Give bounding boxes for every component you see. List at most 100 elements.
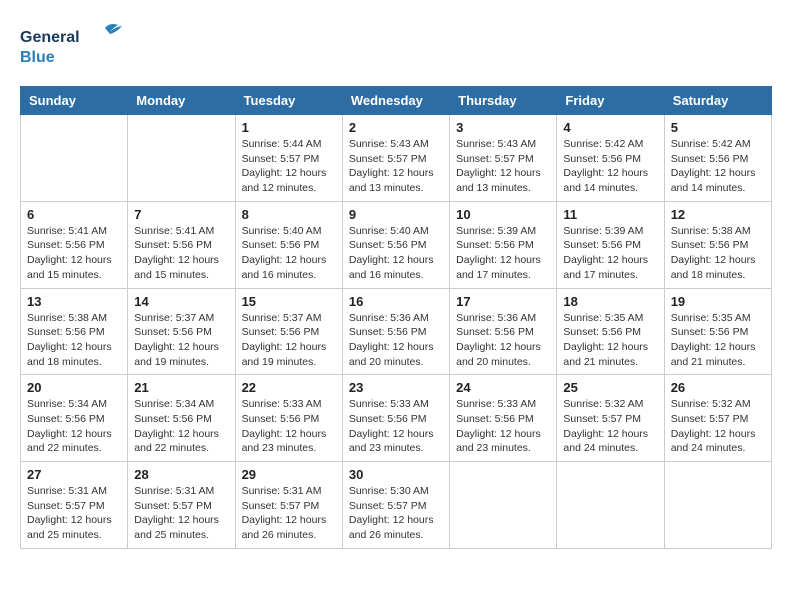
day-number: 12 <box>671 207 765 222</box>
day-detail: Sunrise: 5:41 AMSunset: 5:56 PMDaylight:… <box>134 224 228 283</box>
calendar-cell: 20 Sunrise: 5:34 AMSunset: 5:56 PMDayligh… <box>21 375 128 462</box>
calendar-cell: 5 Sunrise: 5:42 AMSunset: 5:56 PMDaylight… <box>664 115 771 202</box>
day-number: 22 <box>242 380 336 395</box>
day-number: 4 <box>563 120 657 135</box>
day-number: 11 <box>563 207 657 222</box>
weekday-header: Sunday <box>21 87 128 115</box>
calendar-week-row: 20 Sunrise: 5:34 AMSunset: 5:56 PMDayligh… <box>21 375 772 462</box>
calendar-cell: 28 Sunrise: 5:31 AMSunset: 5:57 PMDayligh… <box>128 462 235 549</box>
calendar-cell <box>450 462 557 549</box>
day-detail: Sunrise: 5:33 AMSunset: 5:56 PMDaylight:… <box>242 397 336 456</box>
calendar-week-row: 1Sunrise: 5:44 AMSunset: 5:57 PMDaylight… <box>21 115 772 202</box>
day-number: 28 <box>134 467 228 482</box>
day-detail: Sunrise: 5:32 AMSunset: 5:57 PMDaylight:… <box>563 397 657 456</box>
day-number: 18 <box>563 294 657 309</box>
day-detail: Sunrise: 5:39 AMSunset: 5:56 PMDaylight:… <box>456 224 550 283</box>
day-number: 5 <box>671 120 765 135</box>
day-detail: Sunrise: 5:37 AMSunset: 5:56 PMDaylight:… <box>242 311 336 370</box>
day-detail: Sunrise: 5:33 AMSunset: 5:56 PMDaylight:… <box>349 397 443 456</box>
calendar-cell: 13 Sunrise: 5:38 AMSunset: 5:56 PMDayligh… <box>21 288 128 375</box>
day-detail: Sunrise: 5:38 AMSunset: 5:56 PMDaylight:… <box>27 311 121 370</box>
calendar-cell: 9 Sunrise: 5:40 AMSunset: 5:56 PMDaylight… <box>342 201 449 288</box>
calendar-cell <box>664 462 771 549</box>
day-detail: Sunrise: 5:32 AMSunset: 5:57 PMDaylight:… <box>671 397 765 456</box>
calendar-cell <box>21 115 128 202</box>
day-number: 27 <box>27 467 121 482</box>
calendar-cell: 25 Sunrise: 5:32 AMSunset: 5:57 PMDayligh… <box>557 375 664 462</box>
calendar-week-row: 13 Sunrise: 5:38 AMSunset: 5:56 PMDayligh… <box>21 288 772 375</box>
day-number: 10 <box>456 207 550 222</box>
day-detail: Sunrise: 5:40 AMSunset: 5:56 PMDaylight:… <box>349 224 443 283</box>
calendar-cell: 8 Sunrise: 5:40 AMSunset: 5:56 PMDaylight… <box>235 201 342 288</box>
day-detail: Sunrise: 5:42 AMSunset: 5:56 PMDaylight:… <box>671 137 765 196</box>
day-number: 30 <box>349 467 443 482</box>
calendar-cell: 12 Sunrise: 5:38 AMSunset: 5:56 PMDayligh… <box>664 201 771 288</box>
day-detail: Sunrise: 5:39 AMSunset: 5:56 PMDaylight:… <box>563 224 657 283</box>
logo: General Blue <box>20 20 130 70</box>
calendar-cell: 6 Sunrise: 5:41 AMSunset: 5:56 PMDaylight… <box>21 201 128 288</box>
calendar-cell: 4 Sunrise: 5:42 AMSunset: 5:56 PMDaylight… <box>557 115 664 202</box>
calendar-cell: 22 Sunrise: 5:33 AMSunset: 5:56 PMDayligh… <box>235 375 342 462</box>
day-number: 15 <box>242 294 336 309</box>
day-number: 13 <box>27 294 121 309</box>
day-detail: Sunrise: 5:44 AMSunset: 5:57 PMDaylight:… <box>242 137 336 196</box>
calendar-cell: 26 Sunrise: 5:32 AMSunset: 5:57 PMDayligh… <box>664 375 771 462</box>
day-number: 6 <box>27 207 121 222</box>
day-detail: Sunrise: 5:34 AMSunset: 5:56 PMDaylight:… <box>134 397 228 456</box>
weekday-header: Friday <box>557 87 664 115</box>
day-detail: Sunrise: 5:33 AMSunset: 5:56 PMDaylight:… <box>456 397 550 456</box>
day-detail: Sunrise: 5:43 AMSunset: 5:57 PMDaylight:… <box>349 137 443 196</box>
calendar-cell: 21 Sunrise: 5:34 AMSunset: 5:56 PMDayligh… <box>128 375 235 462</box>
day-detail: Sunrise: 5:31 AMSunset: 5:57 PMDaylight:… <box>134 484 228 543</box>
day-detail: Sunrise: 5:30 AMSunset: 5:57 PMDaylight:… <box>349 484 443 543</box>
day-number: 8 <box>242 207 336 222</box>
weekday-header: Monday <box>128 87 235 115</box>
day-detail: Sunrise: 5:40 AMSunset: 5:56 PMDaylight:… <box>242 224 336 283</box>
calendar-cell: 1Sunrise: 5:44 AMSunset: 5:57 PMDaylight… <box>235 115 342 202</box>
day-number: 3 <box>456 120 550 135</box>
day-number: 14 <box>134 294 228 309</box>
calendar-cell: 14Sunrise: 5:37 AMSunset: 5:56 PMDayligh… <box>128 288 235 375</box>
day-detail: Sunrise: 5:41 AMSunset: 5:56 PMDaylight:… <box>27 224 121 283</box>
calendar-cell: 7Sunrise: 5:41 AMSunset: 5:56 PMDaylight… <box>128 201 235 288</box>
calendar-cell <box>557 462 664 549</box>
calendar-cell: 29 Sunrise: 5:31 AMSunset: 5:57 PMDayligh… <box>235 462 342 549</box>
calendar-cell: 2 Sunrise: 5:43 AMSunset: 5:57 PMDaylight… <box>342 115 449 202</box>
day-number: 29 <box>242 467 336 482</box>
day-number: 24 <box>456 380 550 395</box>
calendar-table: SundayMondayTuesdayWednesdayThursdayFrid… <box>20 86 772 549</box>
calendar-cell: 3 Sunrise: 5:43 AMSunset: 5:57 PMDaylight… <box>450 115 557 202</box>
calendar-cell: 27 Sunrise: 5:31 AMSunset: 5:57 PMDayligh… <box>21 462 128 549</box>
calendar-cell <box>128 115 235 202</box>
day-detail: Sunrise: 5:34 AMSunset: 5:56 PMDaylight:… <box>27 397 121 456</box>
day-number: 19 <box>671 294 765 309</box>
day-detail: Sunrise: 5:36 AMSunset: 5:56 PMDaylight:… <box>456 311 550 370</box>
day-detail: Sunrise: 5:43 AMSunset: 5:57 PMDaylight:… <box>456 137 550 196</box>
calendar-cell: 15 Sunrise: 5:37 AMSunset: 5:56 PMDayligh… <box>235 288 342 375</box>
day-number: 9 <box>349 207 443 222</box>
day-detail: Sunrise: 5:31 AMSunset: 5:57 PMDaylight:… <box>242 484 336 543</box>
day-number: 2 <box>349 120 443 135</box>
day-number: 20 <box>27 380 121 395</box>
svg-text:Blue: Blue <box>20 49 55 66</box>
day-number: 25 <box>563 380 657 395</box>
calendar-cell: 11 Sunrise: 5:39 AMSunset: 5:56 PMDayligh… <box>557 201 664 288</box>
day-number: 21 <box>134 380 228 395</box>
day-number: 26 <box>671 380 765 395</box>
weekday-header: Tuesday <box>235 87 342 115</box>
weekday-header: Wednesday <box>342 87 449 115</box>
calendar-cell: 16Sunrise: 5:36 AMSunset: 5:56 PMDayligh… <box>342 288 449 375</box>
day-number: 17 <box>456 294 550 309</box>
day-detail: Sunrise: 5:42 AMSunset: 5:56 PMDaylight:… <box>563 137 657 196</box>
weekday-header: Thursday <box>450 87 557 115</box>
calendar-cell: 24 Sunrise: 5:33 AMSunset: 5:56 PMDayligh… <box>450 375 557 462</box>
calendar-cell: 18 Sunrise: 5:35 AMSunset: 5:56 PMDayligh… <box>557 288 664 375</box>
calendar-cell: 23Sunrise: 5:33 AMSunset: 5:56 PMDayligh… <box>342 375 449 462</box>
calendar-week-row: 27 Sunrise: 5:31 AMSunset: 5:57 PMDayligh… <box>21 462 772 549</box>
calendar-cell: 30 Sunrise: 5:30 AMSunset: 5:57 PMDayligh… <box>342 462 449 549</box>
calendar-cell: 19 Sunrise: 5:35 AMSunset: 5:56 PMDayligh… <box>664 288 771 375</box>
day-detail: Sunrise: 5:35 AMSunset: 5:56 PMDaylight:… <box>671 311 765 370</box>
day-detail: Sunrise: 5:35 AMSunset: 5:56 PMDaylight:… <box>563 311 657 370</box>
day-detail: Sunrise: 5:38 AMSunset: 5:56 PMDaylight:… <box>671 224 765 283</box>
day-detail: Sunrise: 5:31 AMSunset: 5:57 PMDaylight:… <box>27 484 121 543</box>
